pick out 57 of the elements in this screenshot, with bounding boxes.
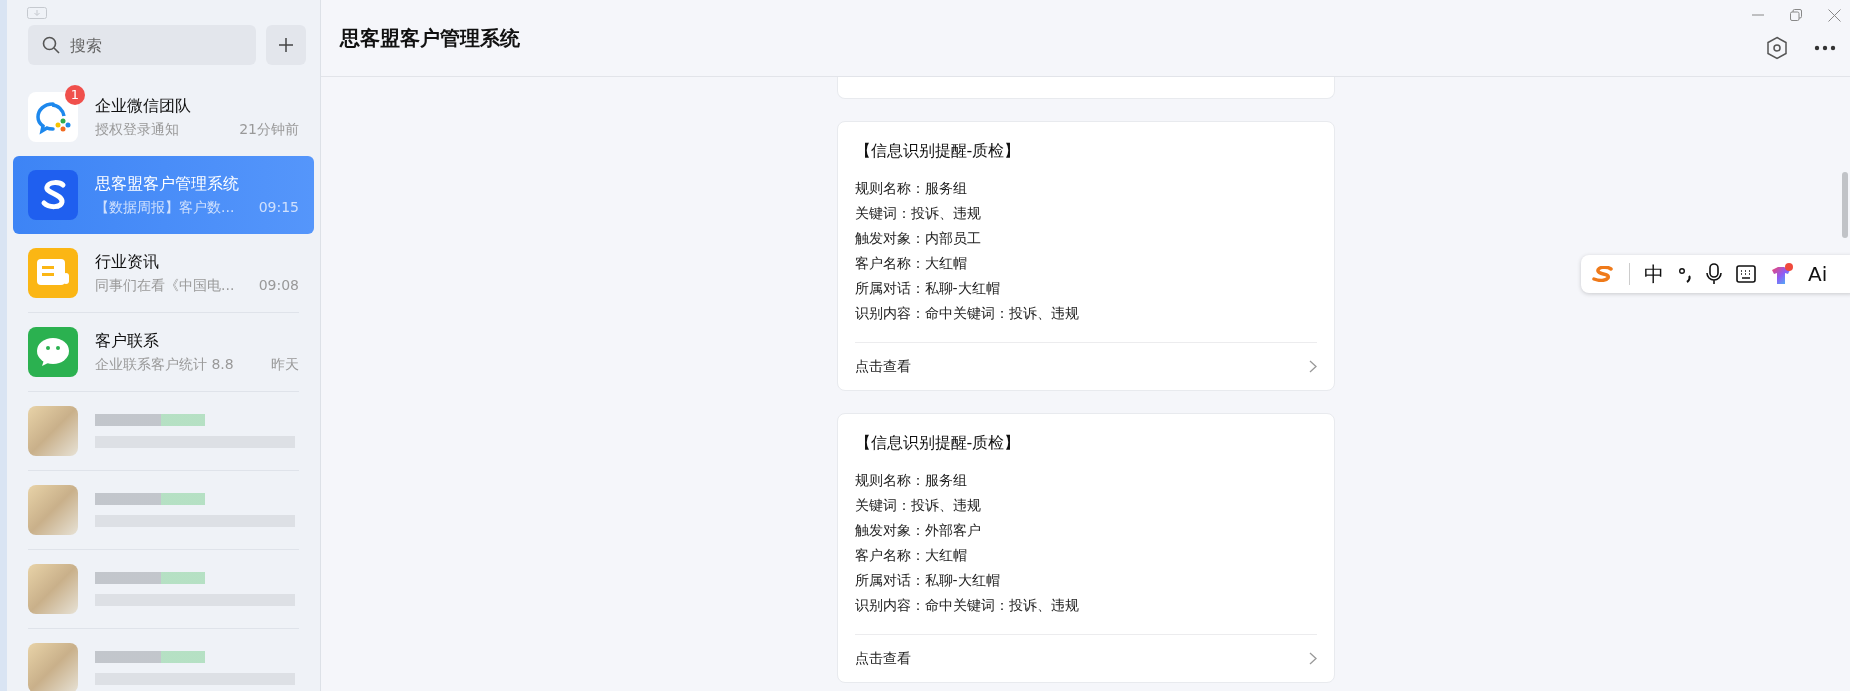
message-time: 昨天 — [271, 356, 299, 374]
card-field: 客户名称：大红帽 — [854, 543, 1317, 568]
view-link[interactable]: 点击查看 — [854, 357, 911, 376]
document-icon — [28, 248, 78, 298]
message-preview: 授权登录通知 — [95, 121, 179, 139]
message-time: 09:08 — [258, 277, 299, 295]
chevron-right-icon — [1308, 652, 1317, 665]
card-field: 客户名称：大红帽 — [854, 251, 1317, 276]
card-field: 关键词：投诉、违规 — [854, 201, 1317, 226]
chat-bubbles-icon — [28, 92, 78, 142]
restore-icon[interactable] — [1790, 9, 1802, 21]
add-button[interactable] — [266, 25, 306, 65]
input-method-logo-icon[interactable] — [1591, 266, 1615, 282]
photo-placeholder — [28, 406, 78, 456]
photo-placeholder — [28, 564, 78, 614]
card-title: 【信息识别提醒-质检】 — [854, 140, 1022, 162]
card-field: 所属对话：私聊-大红帽 — [854, 276, 1317, 301]
card-field: 触发对象：外部客户 — [854, 518, 1317, 543]
chat-name: 客户联系 — [95, 330, 160, 352]
input-mode-toggle[interactable]: 中 — [1644, 263, 1664, 285]
card-title: 【信息识别提醒-质检】 — [854, 432, 1022, 454]
message-preview: 企业联系客户统计 8.8 — [95, 356, 234, 374]
message-time: 09:15 — [258, 199, 299, 217]
card-field: 所属对话：私聊-大红帽 — [854, 568, 1317, 593]
card-field: 识别内容：命中关键词：投诉、违规 — [854, 301, 1317, 326]
more-icon[interactable] — [1814, 45, 1836, 51]
close-icon[interactable] — [1828, 8, 1841, 22]
keyboard-icon[interactable] — [1736, 265, 1756, 283]
chat-name: 企业微信团队 — [95, 95, 192, 117]
card-field: 关键词：投诉、违规 — [854, 493, 1317, 518]
plus-icon — [278, 37, 294, 53]
chat-name: 行业资讯 — [95, 251, 160, 273]
microphone-icon[interactable] — [1706, 263, 1722, 285]
photo-placeholder — [28, 643, 78, 691]
card-field: 规则名称：服务组 — [854, 468, 1317, 493]
view-link[interactable]: 点击查看 — [854, 649, 911, 668]
ai-assistant-button[interactable]: Ai — [1808, 263, 1828, 285]
hexagon-settings-icon[interactable] — [1766, 36, 1788, 60]
chat-list-item[interactable]: 客户联系 企业联系客户统计 8.8 昨天 — [13, 313, 314, 391]
message-preview: 同事们在看《中国电... — [95, 277, 235, 295]
message-time: 21分钟前 — [239, 121, 299, 139]
card-field: 识别内容：命中关键词：投诉、违规 — [854, 593, 1317, 618]
scrollbar-thumb[interactable] — [1842, 172, 1848, 238]
chat-name: 思客盟客户管理系统 — [95, 173, 240, 195]
chevron-right-icon — [1308, 360, 1317, 373]
card-field: 触发对象：内部员工 — [854, 226, 1317, 251]
s-logo-icon — [28, 170, 78, 220]
photo-placeholder — [28, 485, 78, 535]
search-field[interactable]: 搜索 — [28, 25, 256, 65]
chat-list-item[interactable]: 1 企业微信团队 授权登录通知 21分钟前 — [13, 78, 314, 156]
chat-bubble-icon — [28, 327, 78, 377]
shirt-skin-icon[interactable] — [1770, 262, 1794, 286]
unread-badge: 1 — [65, 85, 85, 105]
card-field: 规则名称：服务组 — [854, 176, 1317, 201]
chat-list-item[interactable]: 行业资讯 同事们在看《中国电... 09:08 — [13, 234, 314, 312]
message-preview: 【数据周报】客户数... — [95, 199, 235, 217]
chat-title: 思客盟客户管理系统 — [338, 24, 521, 52]
